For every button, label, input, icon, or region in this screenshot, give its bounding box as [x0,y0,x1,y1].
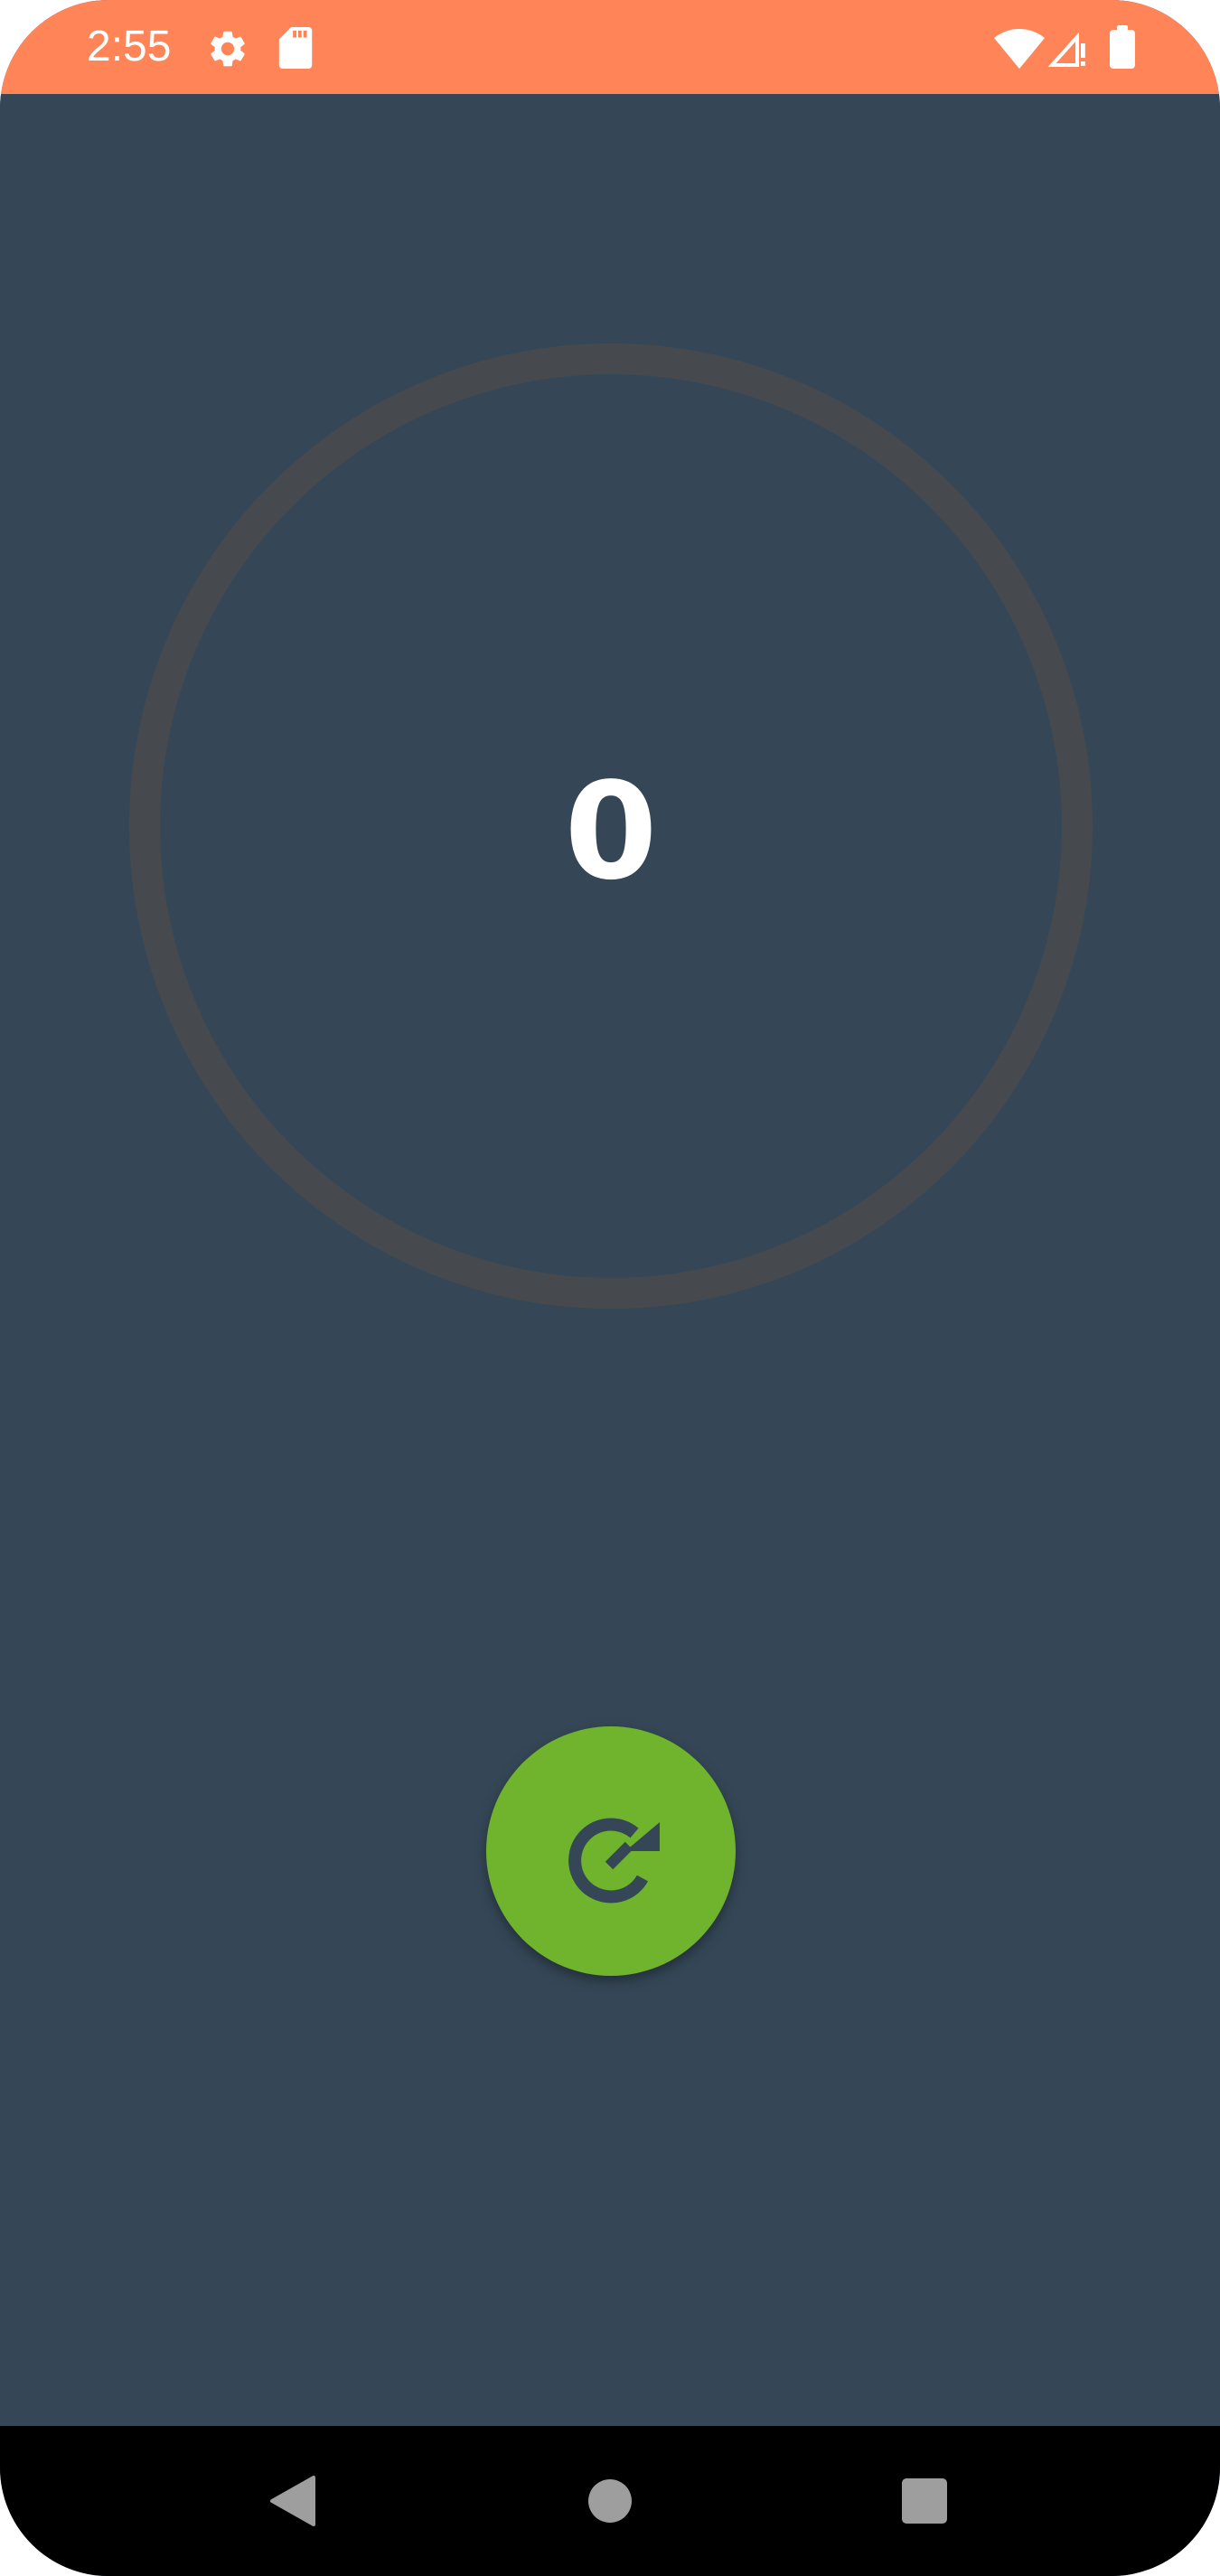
back-icon [270,2476,315,2526]
status-time: 2:55 [87,23,172,71]
reset-button[interactable] [486,1726,736,1976]
cell-signal-alert-icon [1048,32,1085,67]
gear-icon [211,31,245,67]
sd-card-icon [278,27,313,69]
counter-value: 0 [564,754,658,909]
refresh-icon [568,1818,660,1904]
device-screen: 2:55 0 [0,0,1220,2576]
recents-button[interactable] [852,2426,997,2576]
home-icon [588,2479,632,2523]
back-button[interactable] [220,2426,364,2576]
recents-icon [902,2478,947,2524]
navigation-bar [0,2426,1220,2576]
battery-icon [1110,25,1135,69]
status-bar: 2:55 [0,0,1220,94]
home-button[interactable] [538,2426,682,2576]
wifi-icon [994,29,1045,69]
